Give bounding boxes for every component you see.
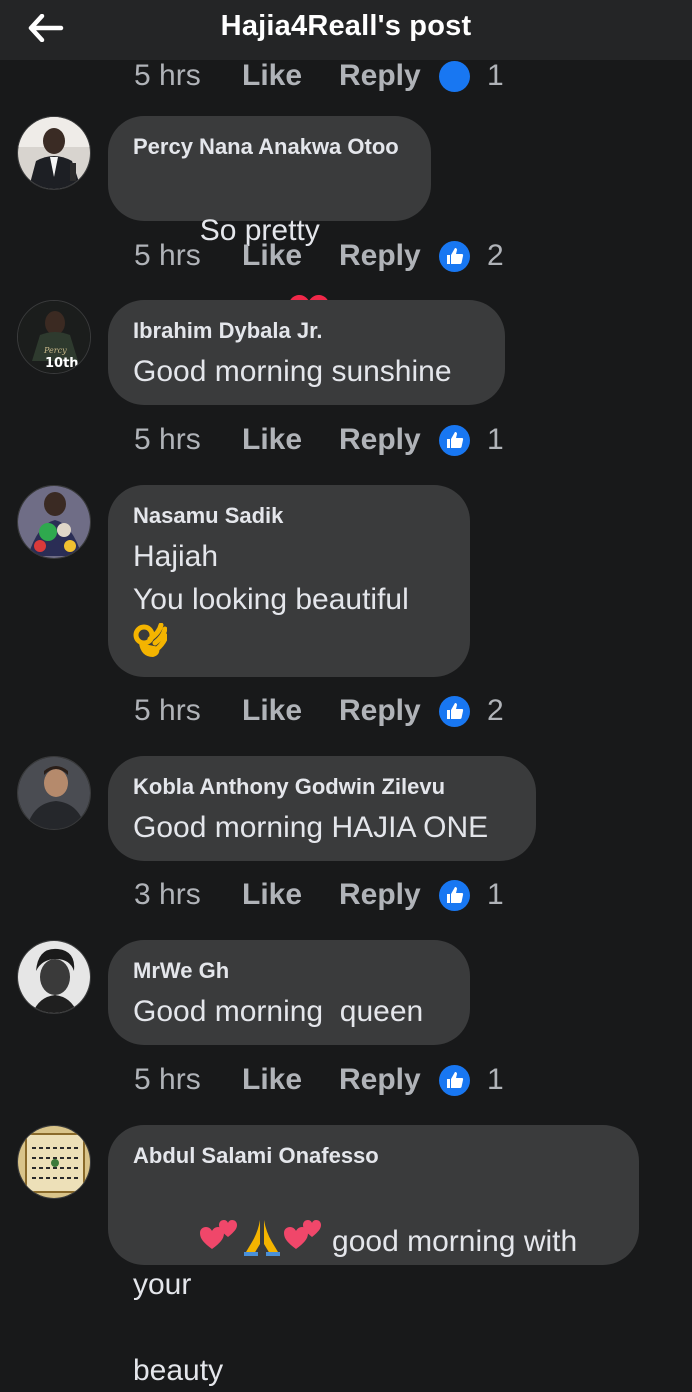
- like-count: 1: [487, 423, 504, 456]
- avatar[interactable]: [17, 940, 91, 1014]
- reply-button[interactable]: Reply: [339, 878, 439, 912]
- comment-time: 5 hrs: [134, 1063, 201, 1096]
- comment-time: 5 hrs: [134, 694, 201, 727]
- comment-author[interactable]: MrWe Gh: [133, 958, 444, 984]
- reaction-summary[interactable]: 1: [439, 878, 504, 912]
- reaction-summary[interactable]: 1: [439, 423, 504, 457]
- thumbs-up-icon: [439, 879, 470, 911]
- top-app-bar: Hajia4Reall's post: [0, 0, 692, 60]
- like-button[interactable]: Like: [242, 694, 339, 728]
- like-button[interactable]: Like: [242, 239, 339, 273]
- avatar-calligraphy-icon: [18, 1126, 90, 1198]
- comment-author[interactable]: Ibrahim Dybala Jr.: [133, 318, 479, 344]
- like-button[interactable]: Like: [242, 423, 339, 457]
- comment-time: 5 hrs: [134, 239, 201, 272]
- reply-button[interactable]: Reply: [339, 59, 439, 93]
- reply-button[interactable]: Reply: [339, 423, 439, 457]
- reply-button[interactable]: Reply: [339, 239, 439, 273]
- reaction-summary[interactable]: 2: [439, 239, 504, 273]
- avatar-caption: 10th: [45, 356, 79, 371]
- thumbs-up-icon: [439, 240, 470, 272]
- comment-text: Good morning sunshine: [133, 355, 452, 388]
- thumbs-up-icon: [439, 695, 470, 727]
- avatar-man-bw-icon: [18, 941, 90, 1013]
- comment-text-continued: beauty: [133, 1354, 224, 1387]
- reply-button[interactable]: Reply: [339, 1063, 439, 1097]
- comment-actions: 5 hrs Like Reply 1: [134, 1060, 504, 1100]
- like-count: 2: [487, 239, 504, 272]
- reaction-summary[interactable]: 2: [439, 694, 504, 728]
- like-count: 1: [487, 878, 504, 911]
- comment-bubble[interactable]: Kobla Anthony Godwin Zilevu Good morning…: [108, 756, 536, 861]
- avatar-man-suit-icon: [18, 117, 90, 189]
- comment-author[interactable]: Abdul Salami Onafesso: [133, 1143, 613, 1169]
- svg-text:Percy: Percy: [43, 346, 67, 355]
- comment-author[interactable]: Nasamu Sadik: [133, 503, 444, 529]
- comment-actions: 3 hrs Like Reply 1: [134, 875, 504, 915]
- comment-bubble[interactable]: Ibrahim Dybala Jr. Good morning sunshine: [108, 300, 505, 405]
- avatar-jersey-icon: Percy 10th: [18, 301, 90, 373]
- comment-text: Good morning queen: [133, 995, 424, 1028]
- comment-time: 5 hrs: [134, 423, 201, 456]
- reaction-summary[interactable]: 1: [439, 1063, 504, 1097]
- thumbs-up-icon: [439, 1064, 470, 1096]
- like-badge-icon: [439, 60, 470, 92]
- comment-actions: 5 hrs Like Reply 1: [134, 420, 504, 460]
- comment-author[interactable]: Percy Nana Anakwa Otoo: [133, 134, 405, 160]
- ok-hand-emoji-icon: [133, 622, 444, 664]
- comment-bubble[interactable]: Nasamu Sadik Hajiah You looking beautifu…: [108, 485, 470, 677]
- avatar[interactable]: Percy 10th: [17, 300, 91, 374]
- like-count: 2: [487, 694, 504, 727]
- comment-bubble[interactable]: MrWe Gh Good morning queen: [108, 940, 470, 1045]
- thumbs-up-icon: [439, 424, 470, 456]
- comment-actions: 5 hrs Like Reply 2: [134, 691, 504, 731]
- hearts-prayer-emoji-icon: [199, 1218, 324, 1256]
- like-button[interactable]: Like: [242, 59, 339, 93]
- like-button[interactable]: Like: [242, 878, 339, 912]
- comment-actions: 5 hrs Like Reply 2: [134, 236, 504, 276]
- comment-time: 5 hrs: [134, 59, 201, 92]
- comment-time: 3 hrs: [134, 878, 201, 911]
- like-button[interactable]: Like: [242, 1063, 339, 1097]
- comment-bubble[interactable]: Percy Nana Anakwa Otoo So pretty: [108, 116, 431, 330]
- avatar[interactable]: [17, 1125, 91, 1199]
- like-count: 1: [487, 1063, 504, 1096]
- comments-scroll-area[interactable]: 5 hrs Like Reply 1 Percy Nana Anakwa Oto…: [0, 0, 692, 1387]
- avatar-man-portrait-icon: [18, 757, 90, 829]
- comment-text: Hajiah You looking beautiful: [133, 540, 409, 616]
- avatar[interactable]: [17, 756, 91, 830]
- comment-bubble[interactable]: Abdul Salami Onafesso good morning with …: [108, 1125, 639, 1387]
- previous-comment-actions: 5 hrs Like Reply 1: [134, 56, 504, 96]
- comment-text: good morning with your: [133, 1175, 613, 1349]
- reply-button[interactable]: Reply: [339, 694, 439, 728]
- page-title: Hajia4Reall's post: [220, 10, 472, 42]
- avatar[interactable]: [17, 485, 91, 559]
- avatar[interactable]: [17, 116, 91, 190]
- comment-text: Good morning HAJIA ONE: [133, 811, 489, 844]
- comment-author[interactable]: Kobla Anthony Godwin Zilevu: [133, 774, 510, 800]
- avatar-colorful-icon: [18, 486, 90, 558]
- like-count: 1: [487, 59, 504, 92]
